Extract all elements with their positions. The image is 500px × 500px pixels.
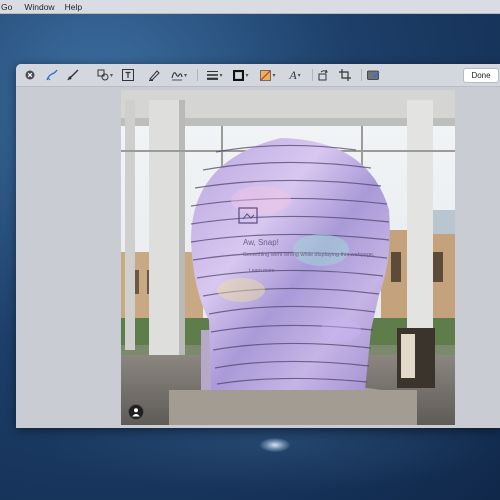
chevron-down-icon: ▾: [297, 72, 301, 79]
person-icon: [132, 408, 140, 417]
text-icon[interactable]: [121, 68, 135, 82]
error-message: Something went wrong while displaying th…: [243, 252, 375, 258]
chevron-down-icon: ▾: [183, 72, 187, 79]
sketch-icon[interactable]: [45, 68, 59, 82]
menu-window[interactable]: Window: [24, 2, 62, 12]
border-color-icon[interactable]: ▾: [230, 68, 252, 82]
menu-go[interactable]: Go: [1, 2, 20, 12]
markup-toolbar: ▾ ▾ ▾ ▾ ▾ A ▾ Done: [16, 64, 500, 87]
photo-image: Aw, Snap! Something went wrong while dis…: [121, 90, 455, 425]
line-style-icon[interactable]: ▾: [204, 68, 226, 82]
error-heading: Aw, Snap!: [243, 238, 279, 247]
menubar: Go Window Help: [0, 0, 500, 14]
profile-avatar-button[interactable]: [128, 404, 144, 420]
menu-help[interactable]: Help: [65, 2, 90, 12]
chevron-down-icon: ▾: [219, 72, 223, 79]
chevron-down-icon: ▾: [109, 72, 113, 79]
text-style-icon[interactable]: A ▾: [284, 68, 306, 82]
toolbar-separator: [312, 69, 313, 81]
highlight-icon[interactable]: [147, 68, 161, 82]
done-button[interactable]: Done: [463, 68, 499, 83]
annotate-icon[interactable]: [366, 68, 380, 82]
shapes-icon[interactable]: ▾: [94, 68, 116, 82]
desktop-wallpaper-rock: [260, 438, 290, 452]
close-icon[interactable]: [24, 68, 36, 82]
fill-color-icon[interactable]: ▾: [257, 68, 279, 82]
learn-more-link[interactable]: Learn more: [249, 268, 275, 274]
chevron-down-icon: ▾: [272, 72, 276, 79]
crop-icon[interactable]: [338, 68, 352, 82]
draw-icon[interactable]: [66, 68, 80, 82]
chevron-down-icon: ▾: [245, 72, 249, 79]
rotate-icon[interactable]: [316, 68, 330, 82]
toolbar-separator: [197, 69, 198, 81]
toolbar-separator: [361, 69, 362, 81]
sign-icon[interactable]: ▾: [168, 68, 190, 82]
